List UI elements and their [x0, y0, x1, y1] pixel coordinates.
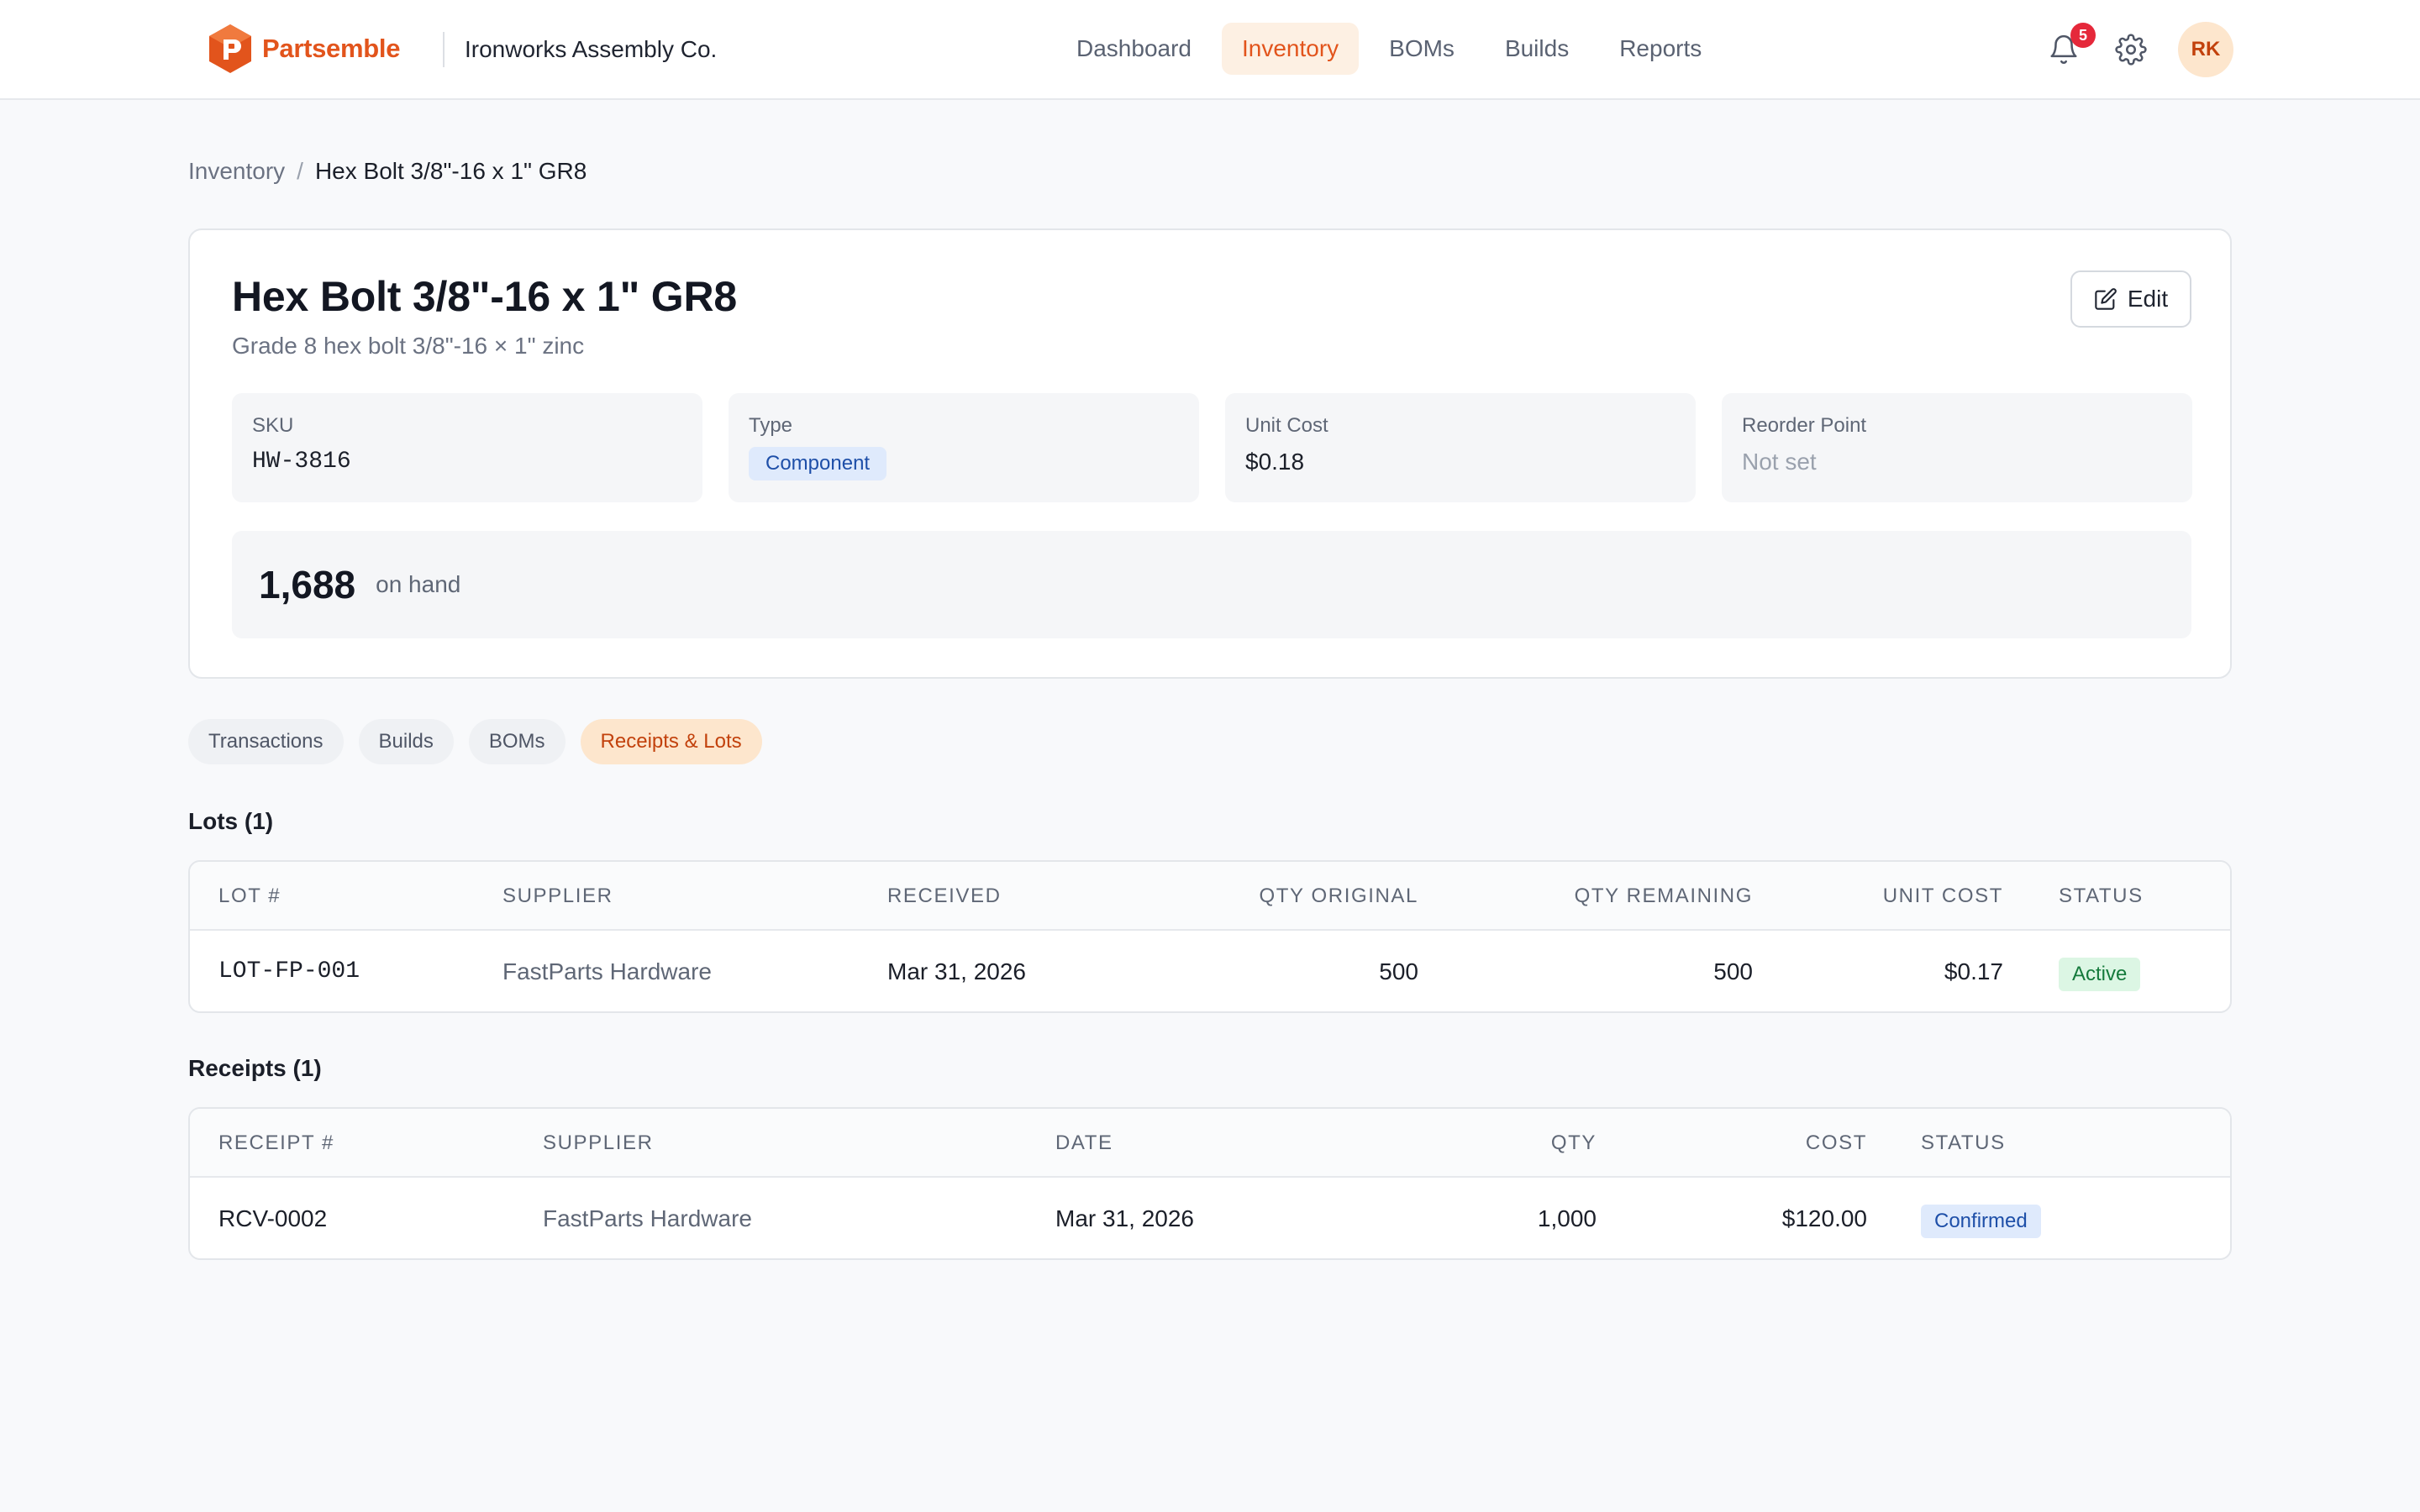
partsemble-logo-icon: [209, 24, 251, 73]
brand-name: Partsemble: [262, 34, 401, 63]
lot-qty-remaining: 500: [1713, 958, 1753, 984]
column-header[interactable]: Receipt #: [218, 1109, 334, 1178]
unit-cost-value: $0.18: [1245, 449, 1305, 475]
edit-button-label: Edit: [2127, 286, 2169, 312]
reorder-point-value: Not set: [1742, 449, 1817, 475]
table-row[interactable]: LOT-FP-001 FastParts Hardware Mar 31, 20…: [190, 931, 2230, 1011]
brand[interactable]: Partsemble: [207, 22, 400, 76]
receipt-number[interactable]: RCV-0002: [218, 1178, 327, 1258]
lot-supplier: FastParts Hardware: [502, 958, 712, 984]
page-title: Hex Bolt 3/8"-16 x 1" GR8: [232, 273, 737, 320]
nav-item-dashboard[interactable]: Dashboard: [1056, 23, 1212, 75]
lots-section-title: Lots (1): [188, 808, 274, 834]
main-nav: Dashboard Inventory BOMs Builds Reports: [1056, 23, 1722, 75]
breadcrumb: Inventory / Hex Bolt 3/8"-16 x 1" GR8: [188, 155, 587, 188]
breadcrumb-separator: /: [297, 158, 303, 184]
settings-button[interactable]: [2109, 28, 2153, 71]
nav-item-boms[interactable]: BOMs: [1369, 23, 1475, 75]
notifications-button[interactable]: 5: [2042, 23, 2096, 71]
column-header[interactable]: Qty Original: [1260, 862, 1418, 931]
lot-number[interactable]: LOT-FP-001: [218, 931, 360, 1011]
receipts-table-header: Receipt # Supplier Date Qty Cost Status: [190, 1109, 2230, 1178]
receipt-supplier: FastParts Hardware: [543, 1205, 752, 1231]
tab-transactions[interactable]: Transactions: [188, 719, 344, 764]
column-header[interactable]: Qty: [1551, 1109, 1597, 1178]
nav-item-builds[interactable]: Builds: [1485, 23, 1589, 75]
lot-qty-original: 500: [1379, 958, 1418, 984]
header-actions: 5 RK: [2042, 22, 2233, 77]
breadcrumb-current: Hex Bolt 3/8"-16 x 1" GR8: [314, 158, 587, 184]
nav-item-inventory[interactable]: Inventory: [1221, 23, 1360, 75]
receipts-table: Receipt # Supplier Date Qty Cost Status …: [188, 1107, 2232, 1260]
column-header[interactable]: Supplier: [543, 1109, 654, 1178]
notification-count-badge: 5: [2070, 23, 2096, 48]
sku-stat: SKU HW-3816: [232, 393, 702, 502]
column-header[interactable]: Cost: [1806, 1109, 1867, 1178]
tab-receipts-lots[interactable]: Receipts & Lots: [580, 719, 762, 764]
status-badge: Active: [2059, 958, 2141, 991]
reorder-point-stat: Reorder Point Not set: [1722, 393, 2192, 502]
column-header[interactable]: Status: [2059, 862, 2144, 931]
receipt-date: Mar 31, 2026: [1055, 1205, 1194, 1231]
lot-unit-cost: $0.17: [1944, 958, 2003, 984]
status-badge: Confirmed: [1921, 1205, 2041, 1238]
table-row[interactable]: RCV-0002 FastParts Hardware Mar 31, 2026…: [190, 1178, 2230, 1258]
nav-item-reports[interactable]: Reports: [1599, 23, 1722, 75]
sku-value: HW-3816: [252, 449, 351, 475]
type-label: Type: [749, 414, 793, 437]
on-hand-label: on hand: [376, 571, 461, 597]
top-navigation-bar: Partsemble Ironworks Assembly Co. Dashbo…: [0, 0, 2420, 100]
tab-builds[interactable]: Builds: [358, 719, 454, 764]
receipts-section-title: Receipts (1): [188, 1055, 322, 1081]
column-header[interactable]: Lot #: [218, 862, 281, 931]
gear-icon: [2115, 34, 2147, 66]
on-hand-quantity: 1,688: [259, 563, 356, 606]
column-header[interactable]: Status: [1921, 1109, 2006, 1178]
type-stat: Type Component: [729, 393, 1199, 502]
unit-cost-stat: Unit Cost $0.18: [1225, 393, 1696, 502]
column-header[interactable]: Unit Cost: [1883, 862, 2003, 931]
column-header[interactable]: Date: [1055, 1109, 1113, 1178]
sku-label: SKU: [252, 414, 294, 437]
brand-divider: [443, 32, 445, 67]
column-header[interactable]: Qty Remaining: [1575, 862, 1753, 931]
column-header[interactable]: Supplier: [502, 862, 613, 931]
edit-button[interactable]: Edit: [2070, 270, 2191, 328]
column-header[interactable]: Received: [887, 862, 1002, 931]
unit-cost-label: Unit Cost: [1245, 414, 1328, 437]
detail-tabs: Transactions Builds BOMs Receipts & Lots: [188, 719, 762, 764]
on-hand-panel: 1,688 on hand: [232, 531, 2191, 638]
lots-table: Lot # Supplier Received Qty Original Qty…: [188, 860, 2232, 1013]
lots-table-header: Lot # Supplier Received Qty Original Qty…: [190, 862, 2230, 931]
receipt-qty: 1,000: [1537, 1205, 1597, 1231]
item-summary-card: Hex Bolt 3/8"-16 x 1" GR8 Grade 8 hex bo…: [188, 228, 2232, 679]
lot-received-date: Mar 31, 2026: [887, 958, 1026, 984]
item-description: Grade 8 hex bolt 3/8"-16 × 1" zinc: [232, 333, 585, 359]
pencil-square-icon: [2095, 288, 2117, 310]
tab-boms[interactable]: BOMs: [468, 719, 566, 764]
reorder-point-label: Reorder Point: [1742, 414, 1867, 437]
organization-name: Ironworks Assembly Co.: [465, 36, 718, 62]
user-avatar[interactable]: RK: [2178, 22, 2233, 77]
breadcrumb-inventory-link[interactable]: Inventory: [188, 155, 285, 188]
receipt-cost: $120.00: [1781, 1205, 1867, 1231]
type-badge: Component: [749, 447, 887, 480]
